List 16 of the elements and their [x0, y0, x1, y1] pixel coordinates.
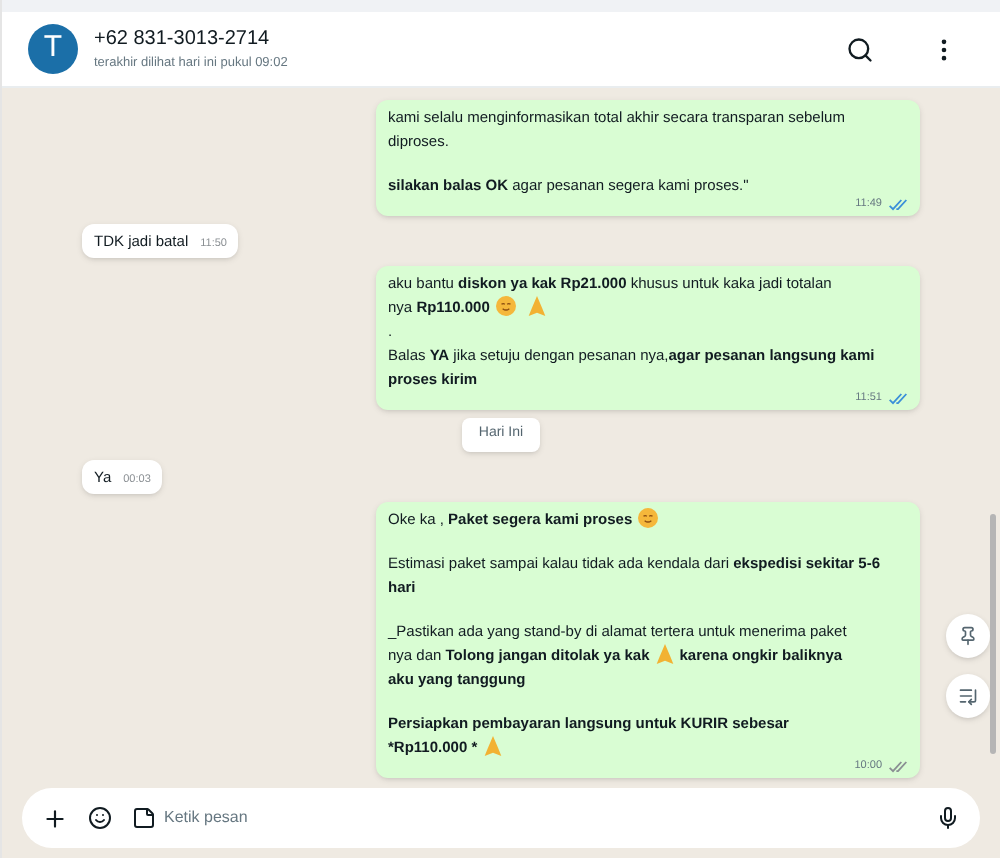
- scrollbar[interactable]: [990, 514, 996, 754]
- search-icon[interactable]: [846, 35, 874, 63]
- emoji-icon[interactable]: [88, 806, 112, 830]
- attach-icon[interactable]: [42, 805, 68, 831]
- message-input[interactable]: Ketik pesan: [164, 806, 916, 830]
- smiling-face-icon: [495, 296, 516, 317]
- contact-name[interactable]: +62 831-3013-2714: [94, 24, 830, 55]
- pin-button[interactable]: [946, 614, 990, 658]
- pin-icon: [958, 626, 978, 646]
- microphone-icon[interactable]: [936, 806, 960, 830]
- avatar[interactable]: T: [28, 24, 78, 74]
- scroll-down-button[interactable]: [946, 674, 990, 718]
- smiling-face-icon: [638, 508, 659, 528]
- sticker-icon[interactable]: [132, 806, 156, 830]
- message-input-field[interactable]: Ketik pesan: [22, 788, 980, 848]
- list-icon: [958, 686, 978, 706]
